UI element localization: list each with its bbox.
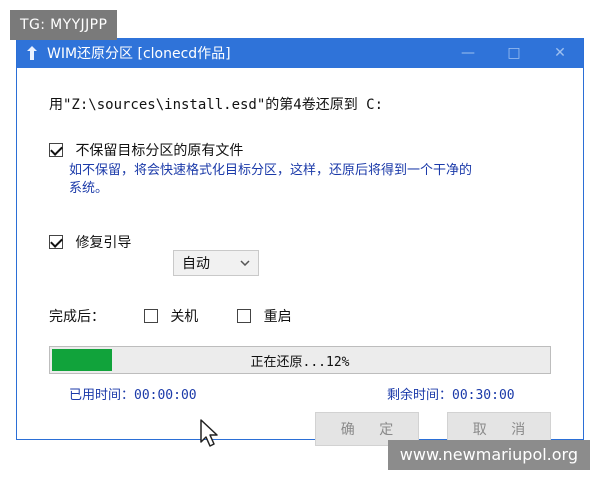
mouse-cursor-icon xyxy=(199,418,219,448)
restart-label: 重启 xyxy=(263,309,292,325)
after-completion-row: 完成后： 关机 重启 xyxy=(49,306,292,326)
keep-files-note: 如不保留，将会快速格式化目标分区，这样，还原后将得到一个干净的 系统。 xyxy=(69,162,589,198)
window-title: WIM还原分区 [clonecd作品] xyxy=(47,46,231,62)
tg-badge: TG: MYYJJPP xyxy=(10,10,118,40)
chevron-down-icon xyxy=(240,260,250,266)
repair-boot-option[interactable]: 修复引导 xyxy=(49,232,131,252)
remaining-time: 剩余时间：00:30:00 xyxy=(387,388,515,403)
repair-boot-select-value: 自动 xyxy=(182,256,210,272)
maximize-button[interactable]: □ xyxy=(491,38,537,68)
tg-badge-text: TG: MYYJJPP xyxy=(20,17,108,33)
repair-boot-checkbox[interactable] xyxy=(49,235,63,249)
restore-source-line: 用"Z:\sources\install.esd"的第4卷还原到 C: xyxy=(49,97,384,113)
close-icon: ✕ xyxy=(554,45,566,61)
after-completion-label: 完成后： xyxy=(49,309,105,325)
minimize-button[interactable]: — xyxy=(445,38,491,68)
repair-boot-label: 修复引导 xyxy=(75,235,132,251)
app-window: WIM还原分区 [clonecd作品] — □ ✕ 用"Z:\sources\i… xyxy=(16,38,584,447)
titlebar: WIM还原分区 [clonecd作品] — □ ✕ xyxy=(17,38,583,68)
shutdown-label: 关机 xyxy=(170,309,199,325)
dialog-content: 用"Z:\sources\install.esd"的第4卷还原到 C: 不保留目… xyxy=(17,68,583,447)
restore-progress-bar: 正在还原...12% xyxy=(49,346,551,374)
shutdown-checkbox[interactable] xyxy=(143,309,158,323)
progress-text: 正在还原...12% xyxy=(250,354,350,370)
shutdown-option[interactable]: 关机 xyxy=(143,309,207,325)
keep-files-note-line-1: 如不保留，将会快速格式化目标分区，这样，还原后将得到一个干净的 xyxy=(69,163,473,178)
keep-files-label: 不保留目标分区的原有文件 xyxy=(75,143,244,159)
watermark-text: www.newmariupol.org xyxy=(399,445,578,464)
repair-boot-select[interactable]: 自动 xyxy=(173,250,259,276)
keep-files-note-line-2: 系统。 xyxy=(69,181,109,196)
window-controls: — □ ✕ xyxy=(445,38,583,68)
minimize-icon: — xyxy=(461,45,475,61)
elapsed-time: 已用时间：00:00:00 xyxy=(69,388,197,403)
close-button[interactable]: ✕ xyxy=(537,38,583,68)
keep-files-option[interactable]: 不保留目标分区的原有文件 xyxy=(49,140,243,160)
keep-files-checkbox[interactable] xyxy=(49,143,63,157)
restart-option[interactable]: 重启 xyxy=(237,309,292,325)
watermark: www.newmariupol.org xyxy=(387,440,590,470)
restart-checkbox[interactable] xyxy=(237,309,252,323)
maximize-icon: □ xyxy=(507,45,521,61)
app-icon xyxy=(25,45,39,61)
